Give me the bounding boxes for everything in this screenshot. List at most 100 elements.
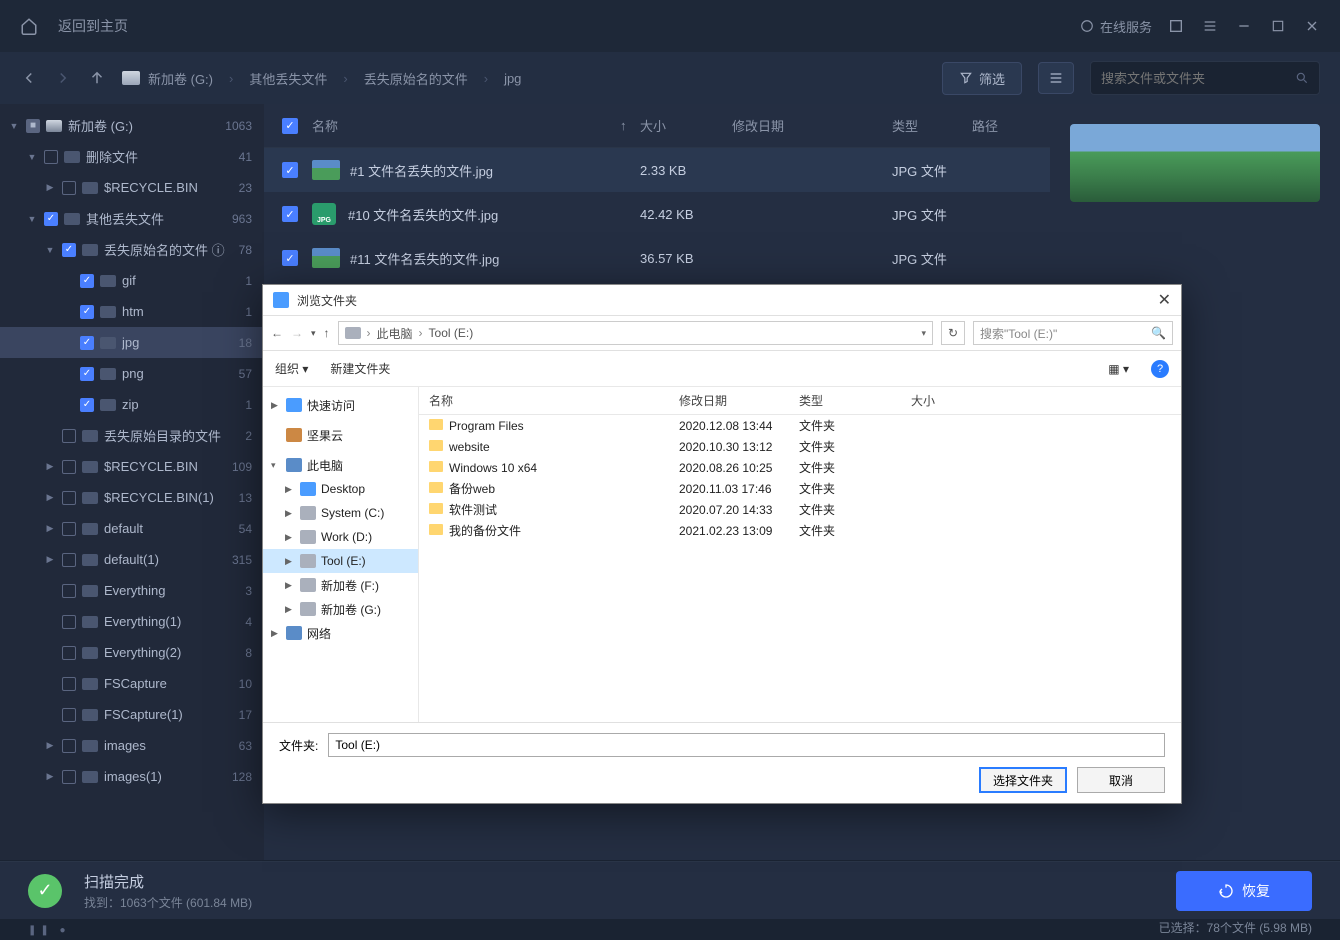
dialog-file-list[interactable]: 名称 修改日期 类型 大小 Program Files2020.12.08 13… (419, 387, 1181, 722)
dialog-list-item[interactable]: 备份web2020.11.03 17:46文件夹 (419, 478, 1181, 499)
nav-back-icon[interactable]: ← (271, 326, 283, 340)
chevron-right-icon: › (229, 71, 233, 86)
maximize-icon[interactable] (1270, 18, 1286, 34)
sort-icon[interactable]: ↑ (620, 118, 640, 133)
tree-item[interactable]: ▶default(1)315 (0, 544, 264, 575)
breadcrumb-item[interactable]: 丢失原始名的文件 (364, 69, 468, 88)
dialog-tree-item[interactable]: ▾此电脑 (263, 453, 418, 477)
dialog-tree-item[interactable]: ▶新加卷 (F:) (263, 573, 418, 597)
chevron-down-icon[interactable]: ▾ (311, 328, 316, 339)
col-name[interactable]: 名称 (312, 116, 620, 135)
online-service[interactable]: 在线服务 (1080, 17, 1152, 36)
dialog-search[interactable]: 搜索"Tool (E:)" 🔍 (973, 321, 1173, 345)
file-row[interactable]: ✓JPG#10 文件名丢失的文件.jpg42.42 KBJPG 文件 (264, 192, 1050, 236)
toolbar: 新加卷 (G:) › 其他丢失文件 › 丢失原始名的文件 › jpg 筛选 (0, 52, 1340, 104)
dialog-tree-item[interactable]: ▶System (C:) (263, 501, 418, 525)
dialog-tree-item[interactable]: ▶网络 (263, 621, 418, 645)
tree-item[interactable]: ▶$RECYCLE.BIN23 (0, 172, 264, 203)
playback-controls[interactable]: ❚❚ ● (28, 925, 70, 936)
recover-button[interactable]: 恢复 (1176, 871, 1312, 911)
help-icon[interactable]: ? (1151, 360, 1169, 378)
dialog-list-item[interactable]: Windows 10 x642020.08.26 10:25文件夹 (419, 457, 1181, 478)
nav-up-icon[interactable]: ↑ (324, 326, 330, 340)
tree-item[interactable]: ✓png57 (0, 358, 264, 389)
tree-item[interactable]: Everything(2)8 (0, 637, 264, 668)
tree-item[interactable]: ✓gif1 (0, 265, 264, 296)
tree-item[interactable]: FSCapture10 (0, 668, 264, 699)
view-toggle-button[interactable] (1038, 62, 1074, 94)
cancel-button[interactable]: 取消 (1077, 767, 1165, 793)
dialog-tree-item[interactable]: 坚果云 (263, 423, 418, 447)
search-input[interactable] (1090, 61, 1320, 95)
tree-item[interactable]: FSCapture(1)17 (0, 699, 264, 730)
tree-item[interactable]: ▶$RECYCLE.BIN(1)13 (0, 482, 264, 513)
dialog-toolbar: 组织 ▾ 新建文件夹 ▦ ▾ ? (263, 351, 1181, 387)
col-type[interactable]: 类型 (789, 392, 901, 409)
tree-item[interactable]: ✓jpg18 (0, 327, 264, 358)
nav-forward-icon[interactable] (54, 69, 72, 87)
nav-back-icon[interactable] (20, 69, 38, 87)
tree-item[interactable]: ✓zip1 (0, 389, 264, 420)
view-menu[interactable]: ▦ ▾ (1108, 362, 1129, 376)
dialog-tree[interactable]: ▶快速访问坚果云 ▾此电脑▶Desktop▶System (C:)▶Work (D… (263, 387, 419, 722)
tree-item[interactable]: ▼✓丢失原始名的文件 ⓘ78 (0, 234, 264, 265)
select-folder-button[interactable]: 选择文件夹 (979, 767, 1067, 793)
chevron-down-icon[interactable]: ▾ (921, 328, 926, 339)
search-icon: 🔍 (1151, 326, 1166, 340)
tree-item[interactable]: ▶images(1)128 (0, 761, 264, 792)
browse-folder-dialog: 浏览文件夹 ✕ ← → ▾ ↑ › 此电脑 › Tool (E:) ▾ ↻ 搜索… (262, 284, 1182, 804)
nav-forward-icon[interactable]: → (291, 326, 303, 340)
breadcrumb[interactable]: 新加卷 (G:) (122, 69, 213, 88)
refresh-button[interactable]: ↻ (941, 321, 965, 345)
col-size[interactable]: 大小 (640, 116, 732, 135)
dialog-list-item[interactable]: Program Files2020.12.08 13:44文件夹 (419, 415, 1181, 436)
tree-item[interactable]: ▼■新加卷 (G:)1063 (0, 110, 264, 141)
col-size[interactable]: 大小 (901, 392, 961, 409)
back-home-link[interactable]: 返回到主页 (58, 16, 128, 36)
dialog-list-item[interactable]: website2020.10.30 13:12文件夹 (419, 436, 1181, 457)
dialog-close-icon[interactable]: ✕ (1158, 290, 1171, 310)
tree-item[interactable]: ▼✓其他丢失文件963 (0, 203, 264, 234)
file-row[interactable]: ✓#1 文件名丢失的文件.jpg2.33 KBJPG 文件 (264, 148, 1050, 192)
breadcrumb-item[interactable]: jpg (504, 71, 521, 86)
dialog-tree-item[interactable]: ▶Tool (E:) (263, 549, 418, 573)
sidebar-tree[interactable]: ▼■新加卷 (G:)1063▼删除文件41▶$RECYCLE.BIN23▼✓其他… (0, 104, 264, 860)
col-mod[interactable]: 修改日期 (669, 392, 789, 409)
menu-icon[interactable] (1202, 18, 1218, 34)
filter-button[interactable]: 筛选 (942, 62, 1022, 95)
path-box[interactable]: › 此电脑 › Tool (E:) ▾ (338, 321, 933, 345)
tree-item[interactable]: ▶images63 (0, 730, 264, 761)
organize-menu[interactable]: 组织 ▾ (275, 360, 308, 377)
dialog-tree-item[interactable]: ▶快速访问 (263, 393, 418, 417)
new-folder-button[interactable]: 新建文件夹 (330, 360, 390, 377)
close-icon[interactable] (1304, 18, 1320, 34)
dialog-tree-item[interactable]: ▶Desktop (263, 477, 418, 501)
col-type[interactable]: 类型 (892, 116, 972, 135)
scan-complete-icon: ✓ (28, 874, 62, 908)
dialog-tree-item[interactable]: ▶Work (D:) (263, 525, 418, 549)
nav-up-icon[interactable] (88, 69, 106, 87)
tree-item[interactable]: ▶default54 (0, 513, 264, 544)
minimize-icon[interactable] (1236, 18, 1252, 34)
tree-item[interactable]: ▶$RECYCLE.BIN109 (0, 451, 264, 482)
tree-item[interactable]: ✓htm1 (0, 296, 264, 327)
dialog-tree-item[interactable]: ▶新加卷 (G:) (263, 597, 418, 621)
tree-item[interactable]: ▼删除文件41 (0, 141, 264, 172)
dialog-list-item[interactable]: 我的备份文件2021.02.23 13:09文件夹 (419, 520, 1181, 541)
tree-item[interactable]: Everything(1)4 (0, 606, 264, 637)
settings-icon[interactable] (1168, 18, 1184, 34)
tree-item[interactable]: 丢失原始目录的文件2 (0, 420, 264, 451)
breadcrumb-item[interactable]: 其他丢失文件 (249, 69, 327, 88)
home-icon[interactable] (20, 17, 38, 35)
dialog-list-item[interactable]: 软件测试2020.07.20 14:33文件夹 (419, 499, 1181, 520)
col-mod[interactable]: 修改日期 (732, 116, 892, 135)
select-all-checkbox[interactable]: ✓ (282, 118, 298, 134)
col-name[interactable]: 名称 (419, 392, 669, 409)
tree-item[interactable]: Everything3 (0, 575, 264, 606)
col-path[interactable]: 路径 (972, 116, 1032, 135)
file-row[interactable]: ✓#11 文件名丢失的文件.jpg36.57 KBJPG 文件 (264, 236, 1050, 280)
file-list-header: ✓ 名称 ↑ 大小 修改日期 类型 路径 (264, 104, 1050, 148)
folder-label: 文件夹: (279, 737, 318, 754)
folder-input[interactable] (328, 733, 1165, 757)
search-field[interactable] (1101, 71, 1295, 86)
